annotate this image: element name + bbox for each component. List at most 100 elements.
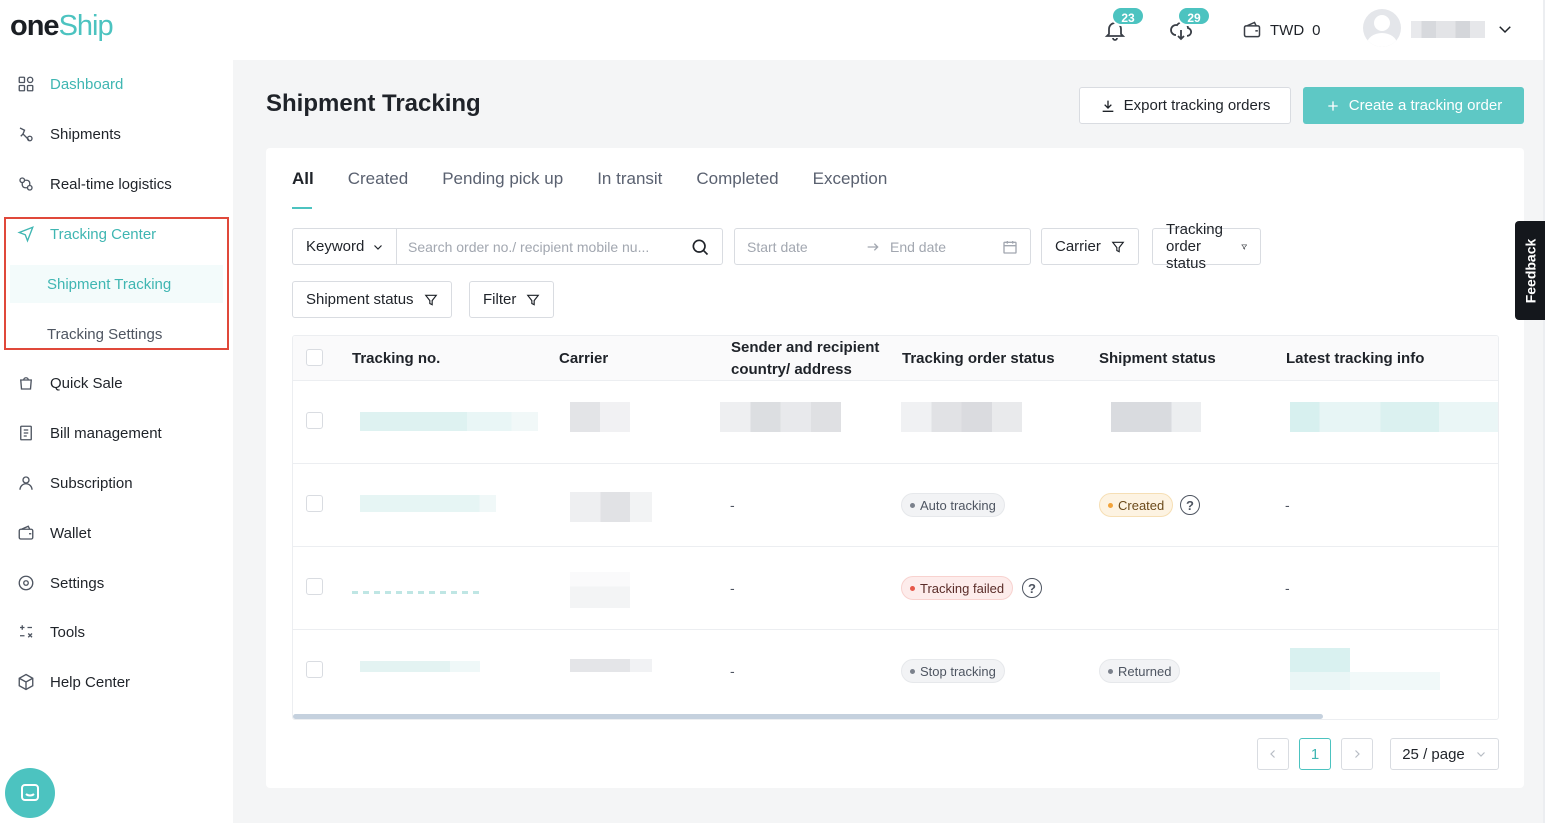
sidebar-subitem-shipment-tracking[interactable]: Shipment Tracking	[10, 265, 223, 303]
col-tracking-order-status: Tracking order status	[902, 349, 1055, 367]
username-redacted	[1411, 21, 1485, 38]
status-tabs: All Created Pending pick up In transit C…	[292, 168, 921, 210]
funnel-icon	[1240, 244, 1247, 250]
table-row	[293, 381, 1498, 464]
tracking-no-redacted[interactable]	[360, 495, 496, 512]
start-date-field[interactable]: Start date	[747, 239, 808, 255]
search-input[interactable]	[408, 230, 688, 263]
page-size-select[interactable]: 25 / page	[1390, 738, 1499, 770]
create-tracking-order-button[interactable]: Create a tracking order	[1303, 87, 1524, 124]
chat-launcher[interactable]	[5, 768, 55, 818]
funnel-icon	[1111, 241, 1125, 253]
sidebar-item-quick-sale[interactable]: Quick Sale	[0, 363, 233, 403]
tracking-table: Tracking no. Carrier Sender and recipien…	[292, 335, 1499, 720]
chevron-right-icon	[1355, 750, 1360, 758]
tracking-card: All Created Pending pick up In transit C…	[266, 148, 1524, 788]
chevron-down-icon	[1476, 752, 1485, 757]
bill-icon	[16, 423, 36, 443]
tab-completed[interactable]: Completed	[696, 168, 778, 210]
arrow-right-icon	[865, 239, 881, 258]
tab-all[interactable]: All	[292, 168, 314, 210]
horizontal-scrollbar[interactable]	[293, 714, 1323, 719]
downloads-button[interactable]: 29	[1169, 6, 1211, 44]
tracking-status-tag: Stop tracking	[901, 659, 1005, 683]
sidebar-item-tools[interactable]: Tools	[0, 612, 233, 652]
tracking-no-redacted[interactable]	[360, 412, 538, 431]
prev-page-button[interactable]	[1257, 738, 1289, 770]
question-icon[interactable]: ?	[1180, 495, 1200, 515]
latest-info-redacted	[1290, 672, 1440, 690]
funnel-icon	[424, 294, 438, 306]
carrier-redacted	[570, 402, 630, 432]
sidebar-item-dashboard[interactable]: Dashboard	[0, 64, 233, 104]
right-edge	[1543, 0, 1550, 823]
sidebar-item-settings[interactable]: Settings	[0, 563, 233, 603]
export-tracking-orders-button[interactable]: Export tracking orders	[1079, 87, 1291, 124]
row-checkbox[interactable]	[306, 412, 323, 429]
sidebar-item-real-time-logistics[interactable]: Real-time logistics	[0, 164, 233, 204]
wallet-icon	[1243, 21, 1261, 38]
search-icon[interactable]	[690, 237, 710, 262]
tracking-no-redacted[interactable]	[360, 661, 480, 672]
search-box	[396, 228, 723, 265]
shipments-icon	[16, 124, 36, 144]
sidebar-item-wallet[interactable]: Wallet	[0, 513, 233, 553]
tracking-order-status-filter[interactable]: Tracking order status	[1152, 221, 1261, 272]
tab-exception[interactable]: Exception	[813, 168, 888, 210]
shipment-status-filter[interactable]: Shipment status	[292, 281, 452, 318]
address-cell: -	[730, 663, 735, 679]
sidebar-item-shipments[interactable]: Shipments	[0, 114, 233, 154]
end-date-field[interactable]: End date	[890, 239, 946, 255]
carrier-redacted	[570, 659, 652, 672]
address-cell: -	[730, 580, 735, 596]
notifications-bell[interactable]: 23	[1103, 6, 1145, 44]
date-range-picker[interactable]: Start date End date	[734, 228, 1031, 265]
next-page-button[interactable]	[1341, 738, 1373, 770]
user-icon	[16, 473, 36, 493]
sidebar-item-subscription[interactable]: Subscription	[0, 463, 233, 503]
tab-pending-pick-up[interactable]: Pending pick up	[442, 168, 563, 210]
feedback-tab[interactable]: Feedback	[1515, 221, 1545, 320]
sidebar-subitem-tracking-settings[interactable]: Tracking Settings	[10, 315, 223, 353]
table-row: - Auto tracking Created ? -	[293, 464, 1498, 547]
address-redacted	[720, 402, 841, 432]
row-checkbox[interactable]	[306, 661, 323, 678]
oneship-logo[interactable]: oneShip	[10, 10, 114, 43]
col-latest-tracking-info: Latest tracking info	[1286, 349, 1425, 367]
account-menu-toggle[interactable]	[1496, 20, 1514, 43]
avatar[interactable]	[1363, 9, 1401, 47]
page-1-button[interactable]: 1	[1299, 738, 1331, 770]
plus-icon	[1328, 100, 1338, 111]
carrier-filter[interactable]: Carrier	[1041, 228, 1139, 265]
calendar-icon	[1002, 239, 1018, 258]
latest-info-cell: -	[1285, 497, 1290, 513]
col-address: Sender and recipient country/ address	[731, 338, 880, 378]
tracking-status-tag: Auto tracking	[901, 493, 1005, 517]
sidebar-item-tracking-center[interactable]: Tracking Center	[0, 214, 233, 254]
row-checkbox[interactable]	[306, 495, 323, 512]
row-checkbox[interactable]	[306, 578, 323, 595]
col-carrier: Carrier	[559, 349, 609, 367]
tracking-no-redacted[interactable]	[352, 591, 480, 594]
chat-icon	[21, 784, 39, 801]
address-cell: -	[730, 497, 735, 513]
downloads-badge: 29	[1177, 6, 1211, 26]
latest-info-cell: -	[1285, 580, 1290, 596]
wallet-balance[interactable]: TWD 0	[1242, 20, 1321, 40]
keyword-select[interactable]: Keyword	[292, 228, 396, 265]
sidebar: Dashboard Shipments Real-time logistics …	[0, 60, 233, 823]
tab-in-transit[interactable]: In transit	[597, 168, 662, 210]
sidebar-item-help-center[interactable]: Help Center	[0, 662, 233, 702]
more-filter-button[interactable]: Filter	[469, 281, 555, 318]
tracking-status-redacted	[901, 402, 1022, 432]
tab-created[interactable]: Created	[348, 168, 408, 210]
question-icon[interactable]: ?	[1022, 578, 1042, 598]
currency-label: TWD	[1270, 21, 1305, 39]
table-header: Tracking no. Carrier Sender and recipien…	[293, 336, 1498, 381]
sidebar-item-bill-management[interactable]: Bill management	[0, 413, 233, 453]
tools-icon	[16, 622, 36, 642]
col-shipment-status: Shipment status	[1099, 349, 1216, 367]
help-box-icon	[16, 672, 36, 692]
carrier-redacted	[570, 492, 652, 522]
select-all-checkbox[interactable]	[306, 349, 323, 366]
